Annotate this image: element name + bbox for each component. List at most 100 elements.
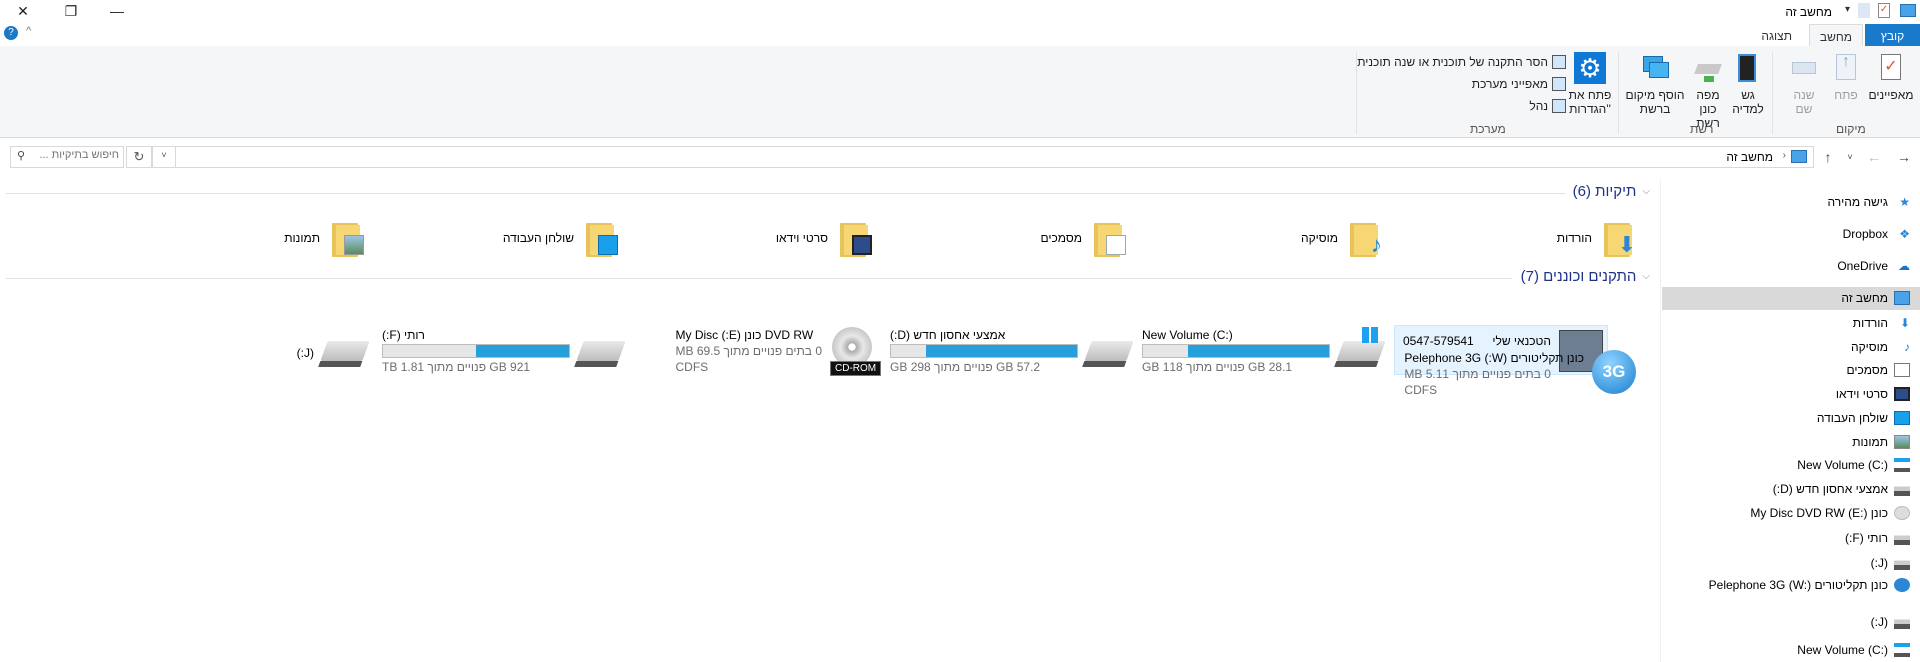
cloud-icon: ☁: [1898, 259, 1910, 273]
oem-name: הטכנאי שלי: [1492, 334, 1551, 348]
ribbon-tabs: [0, 22, 1920, 47]
collapse-ribbon-icon[interactable]: ^: [26, 25, 31, 37]
downloads-folder-icon: ⬇: [1602, 219, 1636, 257]
search-input[interactable]: [31, 149, 119, 161]
drive-name: (J:): [296, 346, 314, 360]
new-folder-quick-icon[interactable]: [1858, 3, 1870, 18]
hard-drive-windows-icon: [1894, 643, 1910, 657]
nav-dropbox[interactable]: ❖ Dropbox: [1843, 223, 1910, 245]
documents-folder-icon: [1092, 219, 1126, 257]
drive-filesystem: CDFS: [1404, 383, 1438, 397]
nav-drive-d[interactable]: אמצעי אחסון חדש (D:): [1773, 478, 1910, 500]
nav-desktop[interactable]: שולחן העבודה: [1817, 407, 1910, 429]
tab-file[interactable]: קובץ: [1865, 24, 1920, 47]
nav-downloads[interactable]: ⬇ הורדות: [1853, 312, 1910, 334]
gear-icon: ⚙: [1574, 52, 1606, 84]
access-media-button[interactable]: גש למדיה: [1728, 52, 1768, 116]
tab-computer[interactable]: מחשב: [1808, 24, 1863, 48]
nav-drive-c[interactable]: New Volume (C:): [1797, 454, 1910, 476]
drive-c[interactable]: New Volume (C:) 28.1 GB פנויים מתוך 118 G…: [1142, 327, 1386, 375]
uninstall-program-button[interactable]: הסר התקנה של תוכנית או שנה תוכנית: [1357, 53, 1566, 71]
dropbox-icon: ❖: [1899, 227, 1910, 241]
drive-f[interactable]: רותי (F:) 921 GB פנויים מתוך 1.81 TB: [382, 327, 626, 375]
hard-drive-icon: [1894, 615, 1910, 629]
nav-drive-j-2[interactable]: (J:): [1871, 611, 1910, 633]
drive-usage-fill: [476, 345, 569, 357]
nav-drive-e[interactable]: כונן My Disc DVD RW (E:): [1750, 502, 1910, 524]
folder-videos[interactable]: סרטי וידאו: [622, 214, 872, 262]
drives-section-header[interactable]: ⌵ התקנים וכוננים (7): [1521, 268, 1650, 285]
music-folder-icon: ♪: [1348, 219, 1382, 257]
drive-free-space: 28.1 GB פנויים מתוך 118 GB: [1142, 360, 1293, 374]
restore-button[interactable]: ❐: [48, 0, 94, 22]
group-separator: [1772, 52, 1773, 134]
close-button[interactable]: ✕: [0, 0, 46, 22]
3g-modem-icon: 3G: [1592, 350, 1638, 394]
nav-drive-j[interactable]: (J:): [1871, 552, 1910, 574]
customize-quick-access-icon[interactable]: ▾: [1845, 4, 1850, 15]
drive-name: אמצעי אחסון חדש (D:): [890, 328, 1006, 342]
drive-usage-fill: [926, 345, 1077, 357]
group-separator: [1356, 52, 1357, 134]
drive-filesystem: CDFS: [675, 360, 709, 374]
media-icon: [1732, 52, 1764, 84]
tab-view[interactable]: תצוגה: [1751, 24, 1802, 47]
search-box[interactable]: ⚲: [10, 146, 124, 168]
group-label-location: מיקום: [1836, 122, 1866, 136]
dvd-disc-icon: [1894, 506, 1910, 520]
folders-section-header[interactable]: ⌵ תיקיות (6): [1573, 183, 1650, 200]
navigation-pane: ★ גישה מהירה ❖ Dropbox ☁ OneDrive מחשב זה ⬇…: [1662, 180, 1920, 662]
manage-icon: [1552, 99, 1566, 113]
nav-videos[interactable]: סרטי וידאו: [1836, 383, 1910, 405]
map-network-drive-button[interactable]: מפה כונן רשת: [1688, 52, 1728, 130]
star-icon: ★: [1899, 195, 1910, 209]
title-bar: [0, 0, 1920, 24]
computer-icon: [1894, 291, 1910, 305]
forward-button[interactable]: ←: [1864, 146, 1884, 168]
drive-w[interactable]: 3G כונן תקליטורים (W:) Pelephone 3G 0 בתי…: [1404, 350, 1638, 398]
folder-desktop[interactable]: שולחן העבודה: [368, 214, 618, 262]
properties-button[interactable]: ✓ מאפיינים: [1866, 52, 1916, 102]
drive-j[interactable]: (J:): [296, 327, 370, 367]
divider: [175, 147, 176, 167]
desktop-icon: [1894, 411, 1910, 425]
rename-button[interactable]: שנה שם: [1786, 52, 1822, 116]
manage-button[interactable]: נהל: [1529, 97, 1566, 115]
nav-documents[interactable]: מסמכים: [1846, 359, 1910, 381]
system-properties-button[interactable]: מאפייני מערכת: [1472, 75, 1566, 93]
address-bar[interactable]: › מחשב זה ˅: [152, 146, 1814, 168]
folder-downloads[interactable]: ⬇ הורדות: [1386, 214, 1636, 262]
up-button[interactable]: ↑: [1818, 146, 1838, 168]
minimize-button[interactable]: —: [94, 0, 140, 22]
nav-music[interactable]: ♪ מוסיקה: [1851, 336, 1910, 358]
drive-free-space: 57.2 GB פנויים מתוך 298 GB: [890, 360, 1041, 374]
breadcrumb[interactable]: מחשב זה: [1726, 150, 1773, 164]
folder-music[interactable]: ♪ מוסיקה: [1132, 214, 1382, 262]
properties-quick-icon[interactable]: ✓: [1878, 3, 1890, 18]
refresh-button[interactable]: ↻: [126, 146, 152, 168]
back-button[interactable]: →: [1894, 146, 1914, 168]
folder-pictures[interactable]: תמונות: [114, 214, 364, 262]
network-drive-icon: [1692, 52, 1724, 84]
picture-icon: [1894, 435, 1910, 449]
add-network-location-button[interactable]: הוסף מיקום ברשת: [1624, 52, 1686, 116]
nav-drive-w[interactable]: כונן תקליטורים Pelephone 3G (W:): [1709, 574, 1910, 596]
hard-drive-icon: [1894, 482, 1910, 496]
address-dropdown-icon[interactable]: ˅: [155, 150, 173, 160]
drive-name: כונן תקליטורים (W:) Pelephone 3G: [1404, 351, 1584, 365]
nav-this-pc[interactable]: מחשב זה: [1841, 287, 1910, 309]
drive-d[interactable]: אמצעי אחסון חדש (D:) 57.2 GB פנויים מתוך …: [890, 327, 1134, 375]
nav-onedrive[interactable]: ☁ OneDrive: [1837, 255, 1910, 277]
nav-drive-c-2[interactable]: New Volume (C:): [1797, 639, 1910, 661]
recent-locations-button[interactable]: ˅: [1840, 146, 1860, 168]
nav-quick-access[interactable]: ★ גישה מהירה: [1827, 191, 1910, 213]
open-button[interactable]: ↑ פתח: [1828, 52, 1864, 103]
nav-drive-f[interactable]: רותי (F:): [1845, 527, 1910, 549]
hard-drive-windows-icon: [1894, 458, 1910, 472]
help-icon[interactable]: ?: [4, 26, 18, 40]
nav-pictures[interactable]: תמונות: [1852, 431, 1910, 453]
open-settings-button[interactable]: ⚙ פתח את 'הגדרות': [1566, 52, 1614, 116]
properties-icon: ✓: [1875, 52, 1907, 84]
drive-free-space: 0 בתים פנויים מתוך 69.5 MB: [675, 344, 822, 358]
folder-documents[interactable]: מסמכים: [876, 214, 1126, 262]
